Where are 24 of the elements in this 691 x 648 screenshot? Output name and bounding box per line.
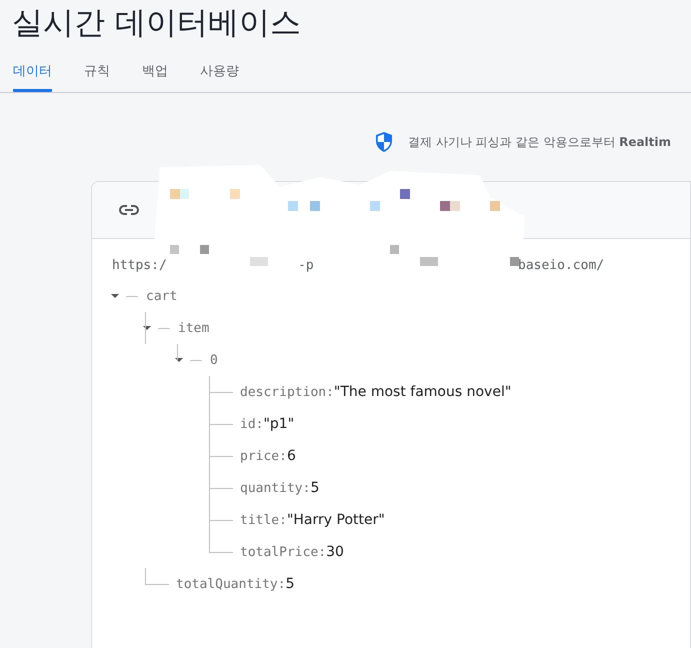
database-url-fragment: -p bbox=[298, 258, 315, 275]
shield-icon bbox=[374, 131, 394, 153]
tree-entry[interactable]: totalPrice:30 bbox=[240, 544, 344, 560]
tab[interactable]: 규칙 bbox=[84, 56, 110, 92]
caret-icon[interactable] bbox=[174, 355, 184, 365]
link-icon[interactable] bbox=[119, 205, 139, 215]
caret-icon[interactable] bbox=[142, 323, 152, 333]
tree-entry[interactable]: item bbox=[178, 320, 210, 336]
security-banner-text: 결제 사기나 피싱과 같은 악용으로부터 Realtim bbox=[408, 134, 672, 150]
tab[interactable]: 백업 bbox=[142, 56, 168, 92]
tree-entry[interactable]: id:"p1" bbox=[240, 416, 294, 432]
tree-entry[interactable]: cart bbox=[146, 288, 178, 304]
tree-entry[interactable]: totalQuantity:5 bbox=[176, 576, 294, 592]
tab[interactable]: 사용량 bbox=[200, 56, 239, 92]
tree-entry[interactable]: price:6 bbox=[240, 448, 296, 464]
database-url-fragment: https:/ bbox=[112, 258, 168, 275]
tree-entry[interactable]: quantity:5 bbox=[240, 480, 320, 496]
tree-entry[interactable]: title:"Harry Potter" bbox=[240, 512, 385, 528]
page-title: 실시간 데이터베이스 bbox=[11, 4, 302, 43]
database-url-fragment: baseio.com/ bbox=[518, 258, 604, 275]
tab[interactable]: 데이터 bbox=[13, 56, 52, 92]
tree-entry[interactable]: 0 bbox=[210, 352, 218, 368]
caret-icon[interactable] bbox=[110, 291, 120, 301]
tree-entry[interactable]: description:"The most famous novel" bbox=[240, 384, 512, 400]
